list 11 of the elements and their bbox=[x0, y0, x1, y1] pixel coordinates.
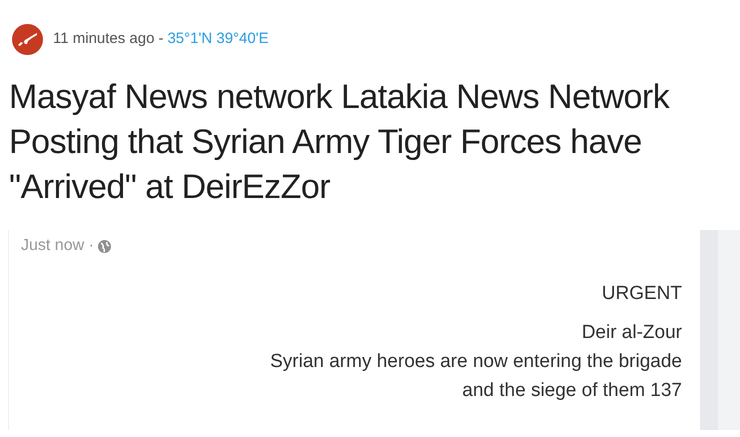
post-text-line: Deir al-Zour bbox=[582, 321, 682, 345]
separator: - bbox=[158, 29, 164, 50]
post-heading: URGENT bbox=[602, 282, 682, 306]
location-link[interactable]: 35°1'N 39°40'E bbox=[167, 28, 269, 51]
post-text-line: Syrian army heroes are now entering the brigade bbox=[270, 350, 682, 374]
rifle-icon bbox=[12, 24, 43, 55]
post-time: Just now · bbox=[21, 236, 94, 256]
post-title: Masyaf News network Latakia News Network Posting that Syrian Army Tiger Forces have "Arrived" at DeirEzZor bbox=[8, 77, 671, 208]
globe-icon bbox=[98, 240, 111, 252]
post-text-line: and the siege of them 137 bbox=[462, 379, 682, 403]
post-time: 11 minutes ago bbox=[53, 29, 154, 50]
